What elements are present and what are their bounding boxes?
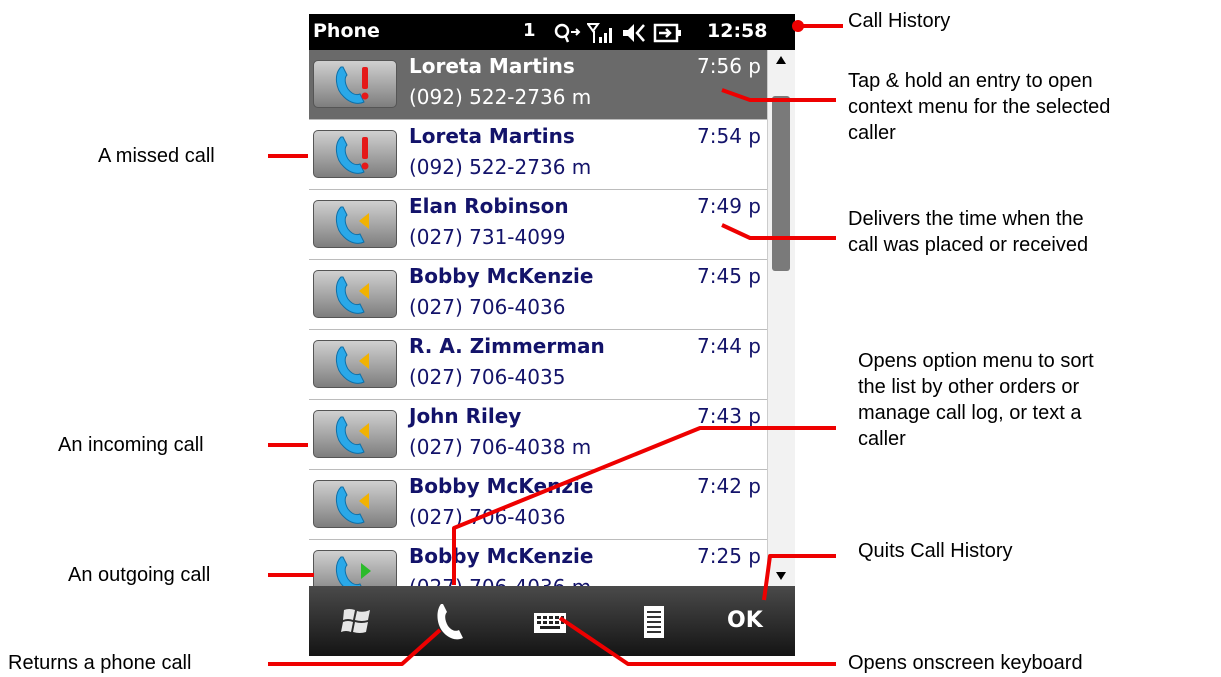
annotation-quits: Quits Call History — [858, 540, 1013, 562]
annotation-call-history: Call History — [848, 10, 951, 32]
annotation-missed: A missed call — [98, 145, 215, 167]
annotation-returns-call: Returns a phone call — [8, 652, 192, 674]
annotation-keyboard: Opens onscreen keyboard — [848, 652, 1083, 674]
annotation-tap-hold: Tap & hold an entry to open context menu … — [848, 70, 1111, 144]
annotation-outgoing: An outgoing call — [68, 564, 211, 586]
annotation-options-menu: Opens option menu to sort the list by oth… — [858, 350, 1094, 450]
annotation-delivers-time: Delivers the time when the call was place… — [848, 208, 1089, 256]
annotation-incoming: An incoming call — [58, 434, 204, 456]
